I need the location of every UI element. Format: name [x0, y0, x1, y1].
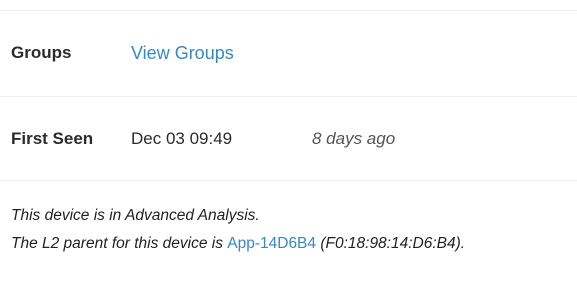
l2-parent-prefix: The L2 parent for this device is — [11, 235, 228, 252]
groups-divider — [0, 96, 577, 97]
l2-parent-mac: (F0:18:98:14:D6:B4). — [316, 235, 466, 252]
first-seen-label: First Seen — [11, 129, 94, 148]
first-seen-date: Dec 03 09:49 — [131, 129, 233, 148]
first-seen-row: First Seen Dec 03 09:49 8 days ago — [11, 124, 395, 154]
groups-label: Groups — [11, 43, 72, 62]
top-divider — [0, 10, 577, 11]
first-seen-relative: 8 days ago — [312, 129, 396, 148]
l2-parent-note: The L2 parent for this device is App-14D… — [11, 235, 465, 253]
groups-row: Groups View Groups — [11, 38, 234, 68]
advanced-analysis-note: This device is in Advanced Analysis. — [11, 207, 260, 224]
first-seen-divider — [0, 180, 577, 181]
view-groups-link[interactable]: View Groups — [131, 43, 234, 64]
l2-parent-link[interactable]: App-14D6B4 — [227, 235, 316, 252]
